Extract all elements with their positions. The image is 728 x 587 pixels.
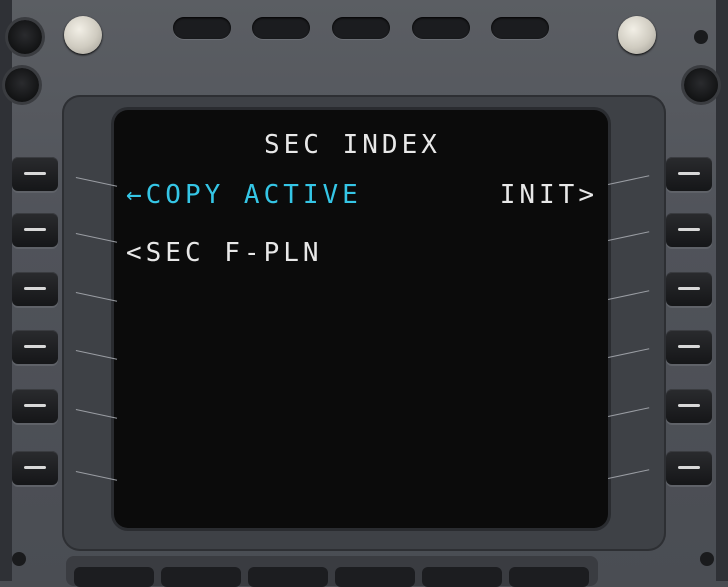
top-annunciator-2[interactable] [252, 17, 310, 39]
lsk-6l[interactable] [12, 451, 58, 485]
bottom-key-6[interactable] [509, 567, 589, 587]
init-prompt: INIT> [499, 180, 598, 210]
lsk-5r[interactable] [666, 389, 712, 423]
bottom-key-3[interactable] [248, 567, 328, 587]
bottom-key-2[interactable] [161, 567, 241, 587]
top-annunciator-3[interactable] [332, 17, 390, 39]
dash-icon [24, 404, 46, 407]
dash-icon [678, 228, 700, 231]
mcdu-screen: SEC INDEX ←COPY ACTIVE INIT> <SEC F-PLN [114, 110, 608, 528]
copy-active-prompt: ←COPY ACTIVE [126, 180, 362, 210]
dash-icon [24, 345, 46, 348]
top-annunciator-5[interactable] [491, 17, 549, 39]
lsk-4l[interactable] [12, 330, 58, 364]
lsk-1r[interactable] [666, 157, 712, 191]
lsk-5l[interactable] [12, 389, 58, 423]
bottom-key-4[interactable] [335, 567, 415, 587]
lsk-1l[interactable] [12, 157, 58, 191]
dash-icon [678, 404, 700, 407]
mount-screw-left [5, 68, 39, 102]
lsk-3l[interactable] [12, 272, 58, 306]
top-annunciator-1[interactable] [173, 17, 231, 39]
dash-icon [678, 172, 700, 175]
sec-fpln-prompt: <SEC F-PLN [126, 238, 323, 268]
bottom-key-5[interactable] [422, 567, 502, 587]
lsk-4r[interactable] [666, 330, 712, 364]
lsk-3r[interactable] [666, 272, 712, 306]
mount-screw-right [684, 68, 718, 102]
page-title: SEC INDEX [264, 130, 441, 160]
dash-icon [678, 345, 700, 348]
brightness-knob-left[interactable] [64, 16, 102, 54]
top-annunciator-4[interactable] [412, 17, 470, 39]
screw-top-left [8, 20, 42, 54]
dash-icon [678, 287, 700, 290]
dash-icon [24, 466, 46, 469]
lsk-2r[interactable] [666, 213, 712, 247]
screw-bottom-left [12, 552, 26, 566]
lsk-6r[interactable] [666, 451, 712, 485]
dash-icon [24, 172, 46, 175]
screw-bottom-right [700, 552, 714, 566]
dash-icon [24, 287, 46, 290]
bottom-key-1[interactable] [74, 567, 154, 587]
brightness-knob-right[interactable] [618, 16, 656, 54]
dash-icon [678, 466, 700, 469]
lsk-2l[interactable] [12, 213, 58, 247]
screw-top-right [694, 30, 708, 44]
dash-icon [24, 228, 46, 231]
